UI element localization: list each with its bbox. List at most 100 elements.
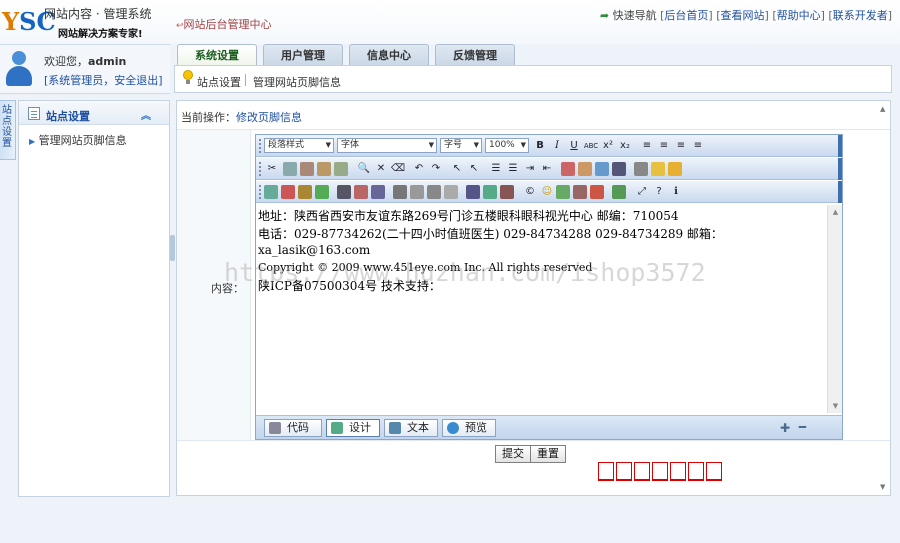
- admin-center-title: ↩网站后台管理中心: [176, 18, 272, 31]
- copyright-icon[interactable]: ©: [522, 184, 538, 200]
- user-links[interactable]: [系统管理员，安全退出]: [44, 72, 163, 88]
- editor-content[interactable]: 地址：陕西省西安市友谊东路269号门诊五楼眼科眼科视光中心 邮编：710054 …: [256, 205, 842, 413]
- mode-code-button[interactable]: 代码: [264, 419, 322, 437]
- align-justify-icon[interactable]: ≡: [690, 138, 706, 154]
- link-admin-home[interactable]: 后台首页: [664, 9, 708, 22]
- subscript-button[interactable]: x₂: [617, 138, 633, 154]
- toolbar-grip: [259, 139, 261, 153]
- textarea-icon[interactable]: [410, 185, 424, 199]
- subnav-footer-info[interactable]: 管理网站页脚信息: [253, 74, 341, 90]
- horizontal-rule-icon[interactable]: [354, 185, 368, 199]
- ordered-list-icon[interactable]: ☰: [488, 161, 504, 177]
- special-char-icon[interactable]: [556, 185, 570, 199]
- paste-text-icon[interactable]: [317, 162, 331, 176]
- highlight-icon[interactable]: [595, 162, 609, 176]
- splitter-handle[interactable]: [170, 235, 175, 261]
- main-scrollbar[interactable]: ▲ ▼: [878, 101, 890, 495]
- media-icon[interactable]: [298, 185, 312, 199]
- tabs-bar: 系统设置 用户管理 信息中心 反馈管理: [174, 44, 900, 67]
- cut-icon[interactable]: ✂: [264, 161, 280, 177]
- info-icon[interactable]: ℹ: [668, 184, 684, 200]
- text-color-icon[interactable]: [561, 162, 575, 176]
- preview-icon: [447, 422, 459, 434]
- document-icon: [28, 107, 40, 120]
- link-contact-developer[interactable]: 联系开发者: [833, 9, 888, 22]
- bg-color-icon[interactable]: [578, 162, 592, 176]
- submit-button[interactable]: 提交: [495, 445, 531, 463]
- unlink-icon[interactable]: [500, 185, 514, 199]
- table-icon[interactable]: [337, 185, 351, 199]
- subnav-site-settings[interactable]: 站点设置: [197, 74, 241, 90]
- anchor-icon[interactable]: [483, 185, 497, 199]
- marquee-icon[interactable]: [371, 185, 385, 199]
- file-icon[interactable]: [315, 185, 329, 199]
- find-icon[interactable]: 🔍: [356, 161, 372, 177]
- help-icon[interactable]: ?: [651, 184, 667, 200]
- layer-2-icon[interactable]: [668, 162, 682, 176]
- sub-nav: 站点设置 管理网站页脚信息: [174, 65, 892, 93]
- date-icon[interactable]: [573, 185, 587, 199]
- scroll-down-icon[interactable]: ▼: [828, 399, 843, 413]
- link-icon[interactable]: [466, 185, 480, 199]
- sidebar-item-footer-info[interactable]: ▶ 管理网站页脚信息: [29, 132, 127, 148]
- flash-icon[interactable]: [281, 185, 295, 199]
- shrink-editor-icon[interactable]: ━: [799, 420, 806, 434]
- side-toggle-tab[interactable]: 站点设置: [0, 100, 16, 160]
- avatar: [5, 49, 33, 89]
- eraser-icon[interactable]: ⌫: [390, 161, 406, 177]
- button-icon[interactable]: [444, 185, 458, 199]
- layer-icon[interactable]: [651, 162, 665, 176]
- scroll-up-icon[interactable]: ▲: [828, 205, 843, 219]
- username: admin: [88, 55, 127, 68]
- strikethrough-button[interactable]: ABC: [583, 138, 599, 154]
- indent-icon[interactable]: ⇥: [522, 161, 538, 177]
- align-right-icon[interactable]: ≡: [673, 138, 689, 154]
- delete-icon[interactable]: ✕: [373, 161, 389, 177]
- emoticon-icon[interactable]: ☺: [539, 184, 555, 200]
- paste-word-icon[interactable]: [334, 162, 348, 176]
- mode-design-button[interactable]: 设计: [326, 419, 380, 437]
- redo-icon[interactable]: ↷: [428, 161, 444, 177]
- align-left-icon[interactable]: ≡: [639, 138, 655, 154]
- mode-preview-button[interactable]: 预览: [442, 419, 496, 437]
- bold-button[interactable]: B: [532, 138, 548, 154]
- superscript-button[interactable]: x²: [600, 138, 616, 154]
- select-icon[interactable]: ↖: [449, 161, 465, 177]
- time-icon[interactable]: [590, 185, 604, 199]
- tab-system-settings[interactable]: 系统设置: [177, 44, 257, 67]
- unordered-list-icon[interactable]: ☰: [505, 161, 521, 177]
- image-icon[interactable]: [264, 185, 278, 199]
- select-all-icon[interactable]: ↖: [466, 161, 482, 177]
- logo-title: 网站内容 · 管理系统: [44, 7, 152, 21]
- main-panel: 当前操作：修改页脚信息 内容： 段落样式 字体 字号 100% B I U AB…: [176, 100, 891, 496]
- page-break-icon[interactable]: [612, 185, 626, 199]
- frame-icon[interactable]: [634, 162, 648, 176]
- font-size-select[interactable]: 字号: [440, 138, 482, 153]
- subnav-divider: [245, 74, 246, 86]
- font-family-select[interactable]: 字体: [337, 138, 437, 153]
- zoom-select[interactable]: 100%: [485, 138, 529, 153]
- home-icon: ↩: [176, 21, 184, 31]
- underline-button[interactable]: U: [566, 138, 582, 154]
- fullscreen-icon[interactable]: ⤢: [634, 184, 650, 200]
- copy-icon[interactable]: [283, 162, 297, 176]
- align-center-icon[interactable]: ≡: [656, 138, 672, 154]
- undo-icon[interactable]: ↶: [411, 161, 427, 177]
- collapse-icon[interactable]: ︽: [141, 107, 151, 122]
- editor-scrollbar[interactable]: ▲ ▼: [827, 205, 842, 413]
- paste-icon[interactable]: [300, 162, 314, 176]
- link-help-center[interactable]: 帮助中心: [777, 9, 821, 22]
- link-view-site[interactable]: 查看网站: [721, 9, 765, 22]
- tab-feedback-management[interactable]: 反馈管理: [435, 44, 515, 66]
- tab-info-center[interactable]: 信息中心: [349, 44, 429, 66]
- outdent-icon[interactable]: ⇤: [539, 161, 555, 177]
- form-icon[interactable]: [393, 185, 407, 199]
- style-icon[interactable]: [612, 162, 626, 176]
- input-icon[interactable]: [427, 185, 441, 199]
- italic-button[interactable]: I: [549, 138, 565, 154]
- mode-text-button[interactable]: 文本: [384, 419, 438, 437]
- reset-button[interactable]: 重置: [530, 445, 566, 463]
- paragraph-style-select[interactable]: 段落样式: [264, 138, 334, 153]
- expand-editor-icon[interactable]: ✚: [780, 421, 790, 435]
- tab-user-management[interactable]: 用户管理: [263, 44, 343, 66]
